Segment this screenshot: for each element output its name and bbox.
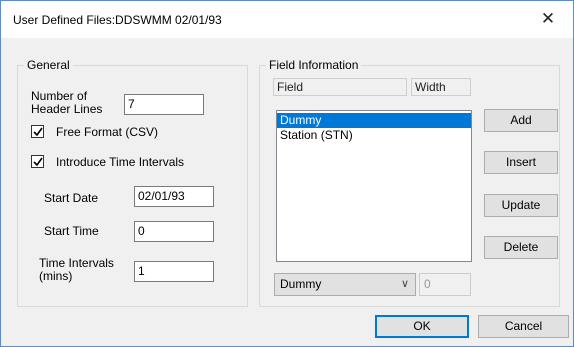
field-column-header: Field bbox=[273, 78, 407, 96]
field-type-combo-value: Dummy bbox=[280, 277, 322, 291]
width-column-header: Width bbox=[411, 78, 471, 96]
start-time-label: Start Time bbox=[44, 224, 99, 238]
field-width-input[interactable]: 0 bbox=[419, 273, 471, 296]
start-date-input[interactable]: 02/01/93 bbox=[134, 186, 214, 207]
field-type-combo[interactable]: Dummy ∨ bbox=[274, 273, 416, 296]
introduce-intervals-checkbox[interactable] bbox=[31, 155, 44, 168]
chevron-down-icon: ∨ bbox=[400, 278, 409, 290]
delete-button[interactable]: Delete bbox=[484, 236, 558, 259]
insert-button[interactable]: Insert bbox=[484, 151, 558, 174]
time-intervals-label-line2: (mins) bbox=[39, 269, 73, 283]
dialog-window: User Defined Files:DDSWMM 02/01/93 ✕ Gen… bbox=[0, 0, 574, 347]
close-icon[interactable]: ✕ bbox=[536, 7, 560, 31]
free-format-label: Free Format (CSV) bbox=[56, 125, 159, 139]
time-intervals-input[interactable]: 1 bbox=[134, 261, 214, 282]
checkmark-icon bbox=[33, 157, 43, 167]
general-group-label: General bbox=[24, 58, 73, 72]
field-list[interactable]: Dummy Station (STN) bbox=[276, 110, 472, 262]
title-bar: User Defined Files:DDSWMM 02/01/93 ✕ bbox=[1, 1, 573, 38]
window-title: User Defined Files:DDSWMM 02/01/93 bbox=[13, 13, 222, 27]
introduce-intervals-label: Introduce Time Intervals bbox=[56, 155, 185, 169]
checkmark-icon bbox=[33, 127, 43, 137]
header-lines-label-line2: Header Lines bbox=[31, 102, 103, 116]
update-button[interactable]: Update bbox=[484, 194, 558, 217]
start-date-label: Start Date bbox=[44, 191, 99, 205]
header-lines-input[interactable]: 7 bbox=[124, 94, 204, 115]
add-button[interactable]: Add bbox=[484, 109, 558, 132]
free-format-checkbox[interactable] bbox=[31, 125, 44, 138]
start-time-input[interactable]: 0 bbox=[134, 221, 214, 242]
list-item[interactable]: Dummy bbox=[277, 113, 471, 128]
cancel-button[interactable]: Cancel bbox=[478, 315, 569, 338]
field-information-label: Field Information bbox=[266, 58, 362, 72]
ok-button[interactable]: OK bbox=[375, 315, 469, 338]
list-item[interactable]: Station (STN) bbox=[277, 128, 471, 143]
